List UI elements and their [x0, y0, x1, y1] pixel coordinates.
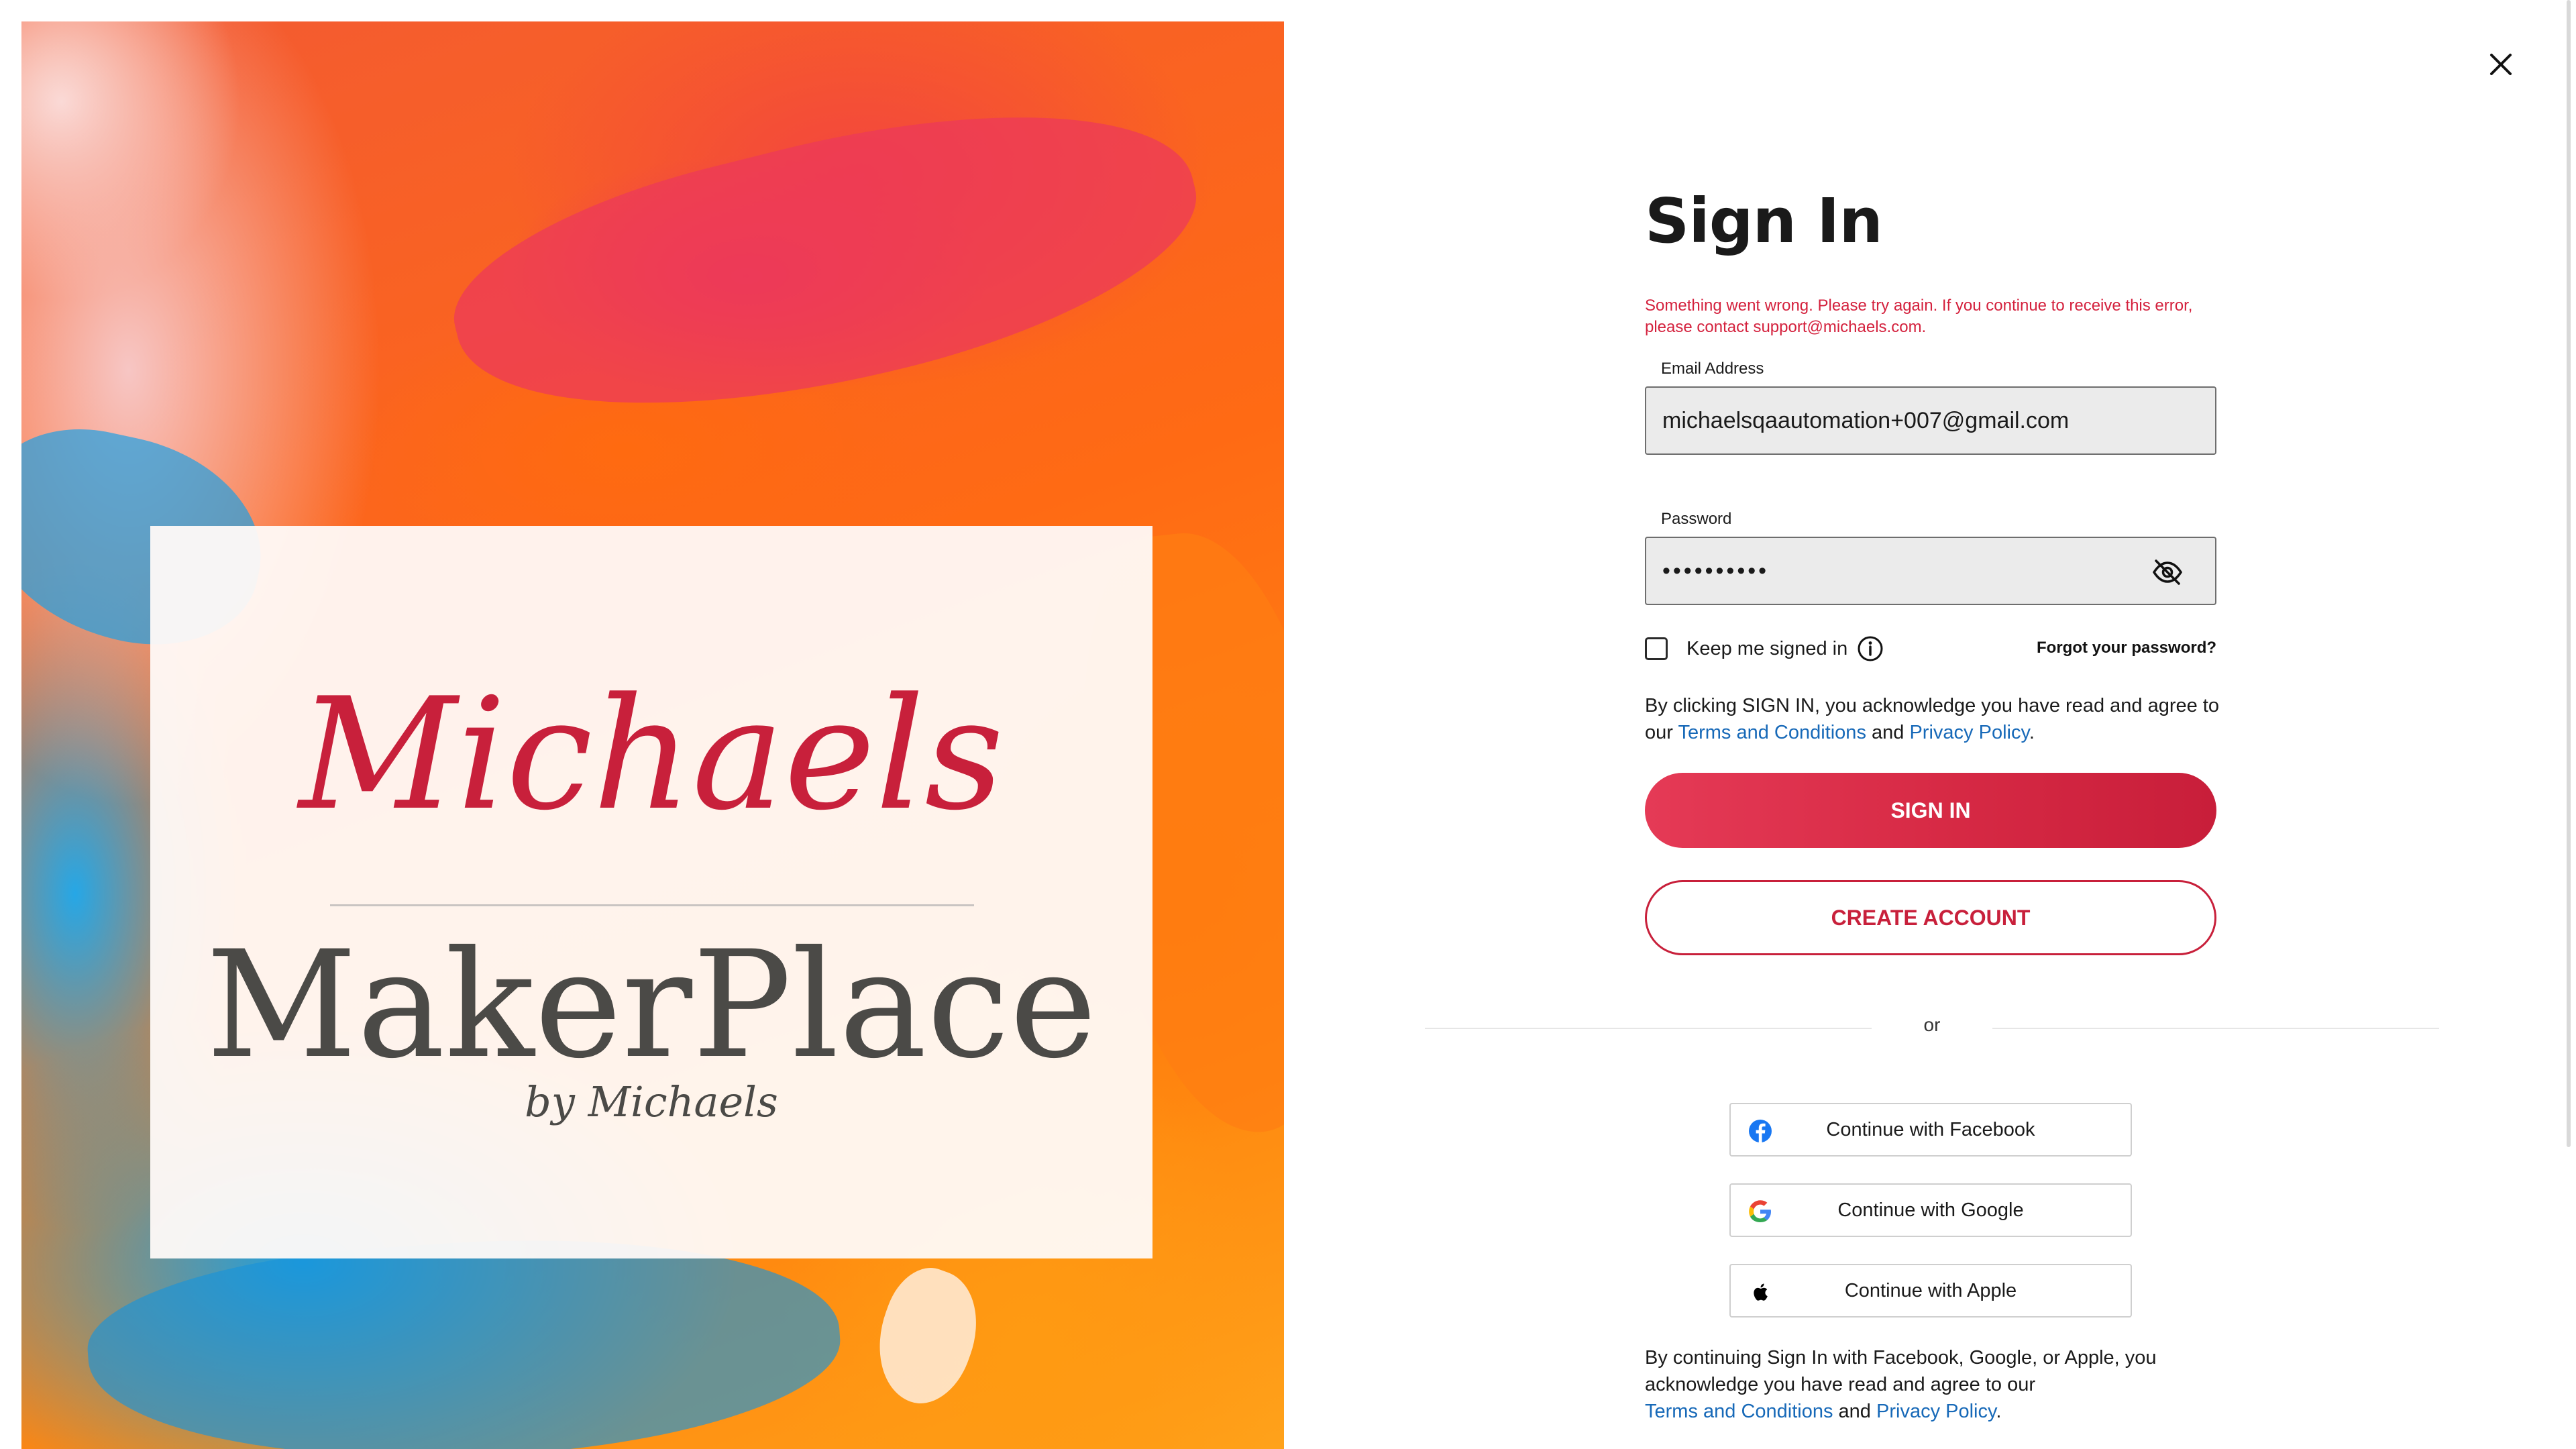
signin-legal-and: and	[1872, 722, 1904, 743]
password-field-container	[1645, 537, 2216, 605]
email-field[interactable]	[1662, 407, 2199, 434]
signin-legal-period: .	[2029, 722, 2035, 743]
divider-line-right	[1992, 1028, 2439, 1029]
facebook-icon	[1749, 1120, 1772, 1142]
divider-line-left	[1425, 1028, 1872, 1029]
create-account-button[interactable]: CREATE ACCOUNT	[1645, 880, 2216, 955]
password-field[interactable]	[1662, 557, 2199, 584]
apple-button-label: Continue with Apple	[1844, 1279, 2017, 1301]
google-icon	[1749, 1200, 1771, 1222]
paint-stroke-pink	[433, 54, 1220, 472]
hero-art-panel: Michaels MakerPlace by Michaels	[21, 21, 1284, 1449]
eye-slash-icon[interactable]	[2151, 555, 2184, 589]
continue-apple-button[interactable]: Continue with Apple	[1729, 1264, 2132, 1318]
keep-signed-in-label: Keep me signed in	[1686, 637, 1848, 659]
facebook-button-label: Continue with Facebook	[1826, 1118, 2035, 1140]
google-button-label: Continue with Google	[1837, 1199, 2024, 1221]
email-label: Email Address	[1661, 360, 1764, 378]
close-icon	[2490, 54, 2512, 75]
continue-google-button[interactable]: Continue with Google	[1729, 1183, 2132, 1237]
or-divider: or	[1923, 1014, 1941, 1035]
social-legal-and: and	[1838, 1401, 1871, 1422]
logo-card: Michaels MakerPlace by Michaels	[150, 526, 1152, 1258]
forgot-password-link[interactable]: Forgot your password?	[2037, 639, 2216, 657]
svg-text:MakerPlace: MakerPlace	[206, 919, 1097, 1091]
keep-signed-in-checkbox[interactable]	[1645, 637, 1668, 660]
scrollbar[interactable]	[2567, 0, 2571, 1147]
password-label: Password	[1661, 510, 1732, 528]
paint-stroke-light	[860, 1257, 994, 1415]
page-title: Sign In	[1645, 185, 1883, 257]
social-privacy-link[interactable]: Privacy Policy	[1876, 1401, 1996, 1422]
info-icon[interactable]	[1857, 635, 1884, 662]
keep-signed-in-row: Keep me signed in	[1645, 633, 1884, 664]
privacy-link[interactable]: Privacy Policy	[1909, 722, 2029, 743]
social-legal-period: .	[1996, 1401, 2002, 1422]
close-button[interactable]	[2482, 46, 2520, 83]
social-legal-text: By continuing Sign In with Facebook, Goo…	[1645, 1344, 2235, 1425]
signin-legal-text: By clicking SIGN IN, you acknowledge you…	[1645, 692, 2235, 746]
makerplace-logo: MakerPlace by Michaels	[206, 919, 1097, 1126]
terms-link[interactable]: Terms and Conditions	[1678, 722, 1866, 743]
continue-facebook-button[interactable]: Continue with Facebook	[1729, 1103, 2132, 1157]
social-terms-link[interactable]: Terms and Conditions	[1645, 1401, 1833, 1422]
social-legal-prefix: By continuing Sign In with Facebook, Goo…	[1645, 1347, 2157, 1395]
svg-text:by Michaels: by Michaels	[525, 1077, 778, 1126]
email-field-container	[1645, 386, 2216, 455]
apple-icon	[1754, 1283, 1768, 1301]
error-message: Something went wrong. Please try again. …	[1645, 297, 2193, 336]
sign-in-button[interactable]: SIGN IN	[1645, 773, 2216, 848]
